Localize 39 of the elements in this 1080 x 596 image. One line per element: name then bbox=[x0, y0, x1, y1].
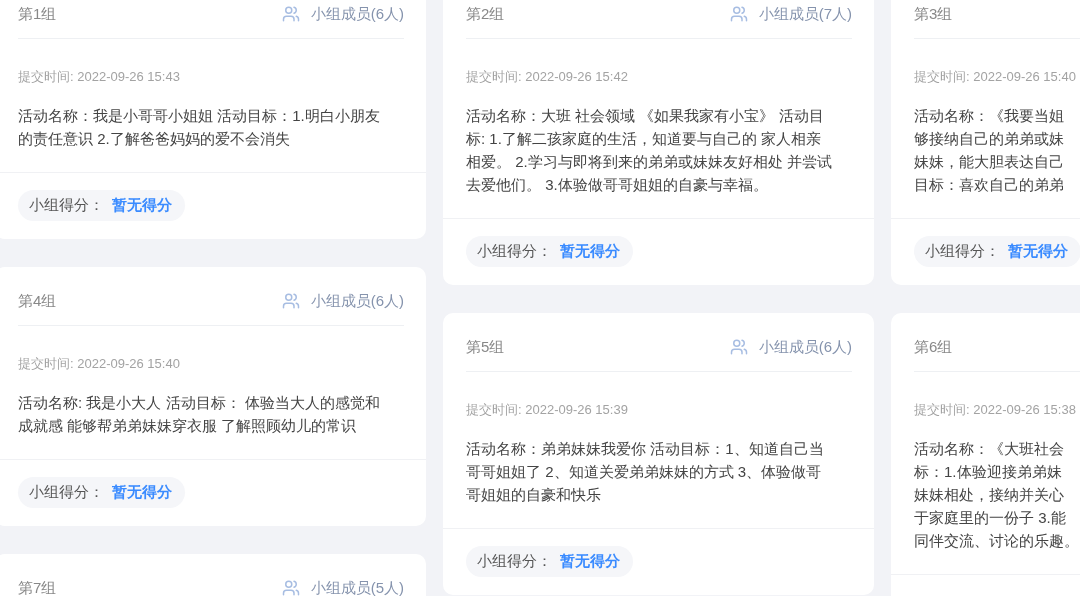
score-value: 暂无得分 bbox=[560, 552, 620, 571]
activity-description: 活动名称：我是小哥哥小姐姐 活动目标：1.明白小朋友 的责任意识 2.了解爸爸妈妈的爱不会消失 bbox=[18, 106, 381, 149]
score-value: 暂无得分 bbox=[1008, 242, 1068, 261]
members-button[interactable]: 小组成员(6人) bbox=[729, 338, 852, 356]
activity-description: 活动名称: 我是小大人 活动目标： 体验当大人的感觉和 成就感 能够帮弟弟妹妹穿衣服 了解照顾幼儿的常识 bbox=[18, 393, 381, 436]
score-value: 暂无得分 bbox=[112, 196, 172, 215]
group-title: 第2组 bbox=[466, 5, 505, 23]
submit-time: 提交时间: 2022-09-26 15:40 bbox=[18, 355, 181, 373]
score-label: 小组得分： bbox=[29, 483, 104, 502]
score-label: 小组得分： bbox=[477, 552, 552, 571]
score-value: 暂无得分 bbox=[560, 242, 620, 261]
users-icon bbox=[729, 5, 748, 23]
group-title: 第5组 bbox=[466, 338, 505, 356]
score-label: 小组得分： bbox=[477, 242, 552, 261]
submit-time: 提交时间: 2022-09-26 15:39 bbox=[466, 401, 629, 419]
members-button[interactable]: 小组成员(5人) bbox=[281, 579, 404, 596]
group-title: 第6组 bbox=[914, 338, 953, 356]
members-button[interactable]: 小组成员(6人) bbox=[281, 5, 404, 23]
activity-description: 活动名称：弟弟妹妹我爱你 活动目标：1、知道自己当 哥哥姐姐了 2、知道关爱弟弟妹妹的方式 3、体验做哥 哥姐姐的自豪和快乐 bbox=[466, 439, 825, 505]
group-title: 第1组 bbox=[18, 5, 57, 23]
users-icon bbox=[281, 292, 300, 310]
members-button[interactable]: 小组成员(6人) bbox=[281, 292, 404, 310]
members-button[interactable]: 小组成员(7人) bbox=[729, 5, 852, 23]
submit-time: 提交时间: 2022-09-26 15:43 bbox=[18, 68, 181, 86]
users-icon bbox=[281, 5, 300, 23]
score-label: 小组得分： bbox=[29, 196, 104, 215]
users-icon bbox=[729, 338, 748, 356]
activity-description: 活动名称：大班 社会领域 《如果我家有小宝》 活动目 标: 1.了解二孩家庭的生活，知道要与自己的 家人相亲 相爱。 2.学习与即将到来的弟弟或妹妹友好相处 并尝试 去爱他们。 3.体验做哥哥姐姐的自豪与幸福。 bbox=[466, 106, 833, 195]
group-title: 第7组 bbox=[18, 579, 57, 596]
users-icon bbox=[281, 579, 300, 596]
group-title: 第3组 bbox=[914, 5, 953, 23]
activity-description: 活动名称：《大班社会 标：1.体验迎接弟弟妹 妹妹相处，接纳并关心 于家庭里的一份子 3.能 同伴交流、讨论的乐趣。 bbox=[914, 439, 1080, 551]
submit-time: 提交时间: 2022-09-26 15:38 bbox=[914, 401, 1077, 419]
score-value: 暂无得分 bbox=[112, 483, 172, 502]
activity-description: 活动名称：《我要当姐 够接纳自己的弟弟或妹 妹妹，能大胆表达自己 目标：喜欢自己的弟弟 bbox=[914, 106, 1065, 195]
group-title: 第4组 bbox=[18, 292, 57, 310]
submit-time: 提交时间: 2022-09-26 15:40 bbox=[914, 68, 1077, 86]
score-label: 小组得分： bbox=[925, 242, 1000, 261]
submit-time: 提交时间: 2022-09-26 15:42 bbox=[466, 68, 629, 86]
